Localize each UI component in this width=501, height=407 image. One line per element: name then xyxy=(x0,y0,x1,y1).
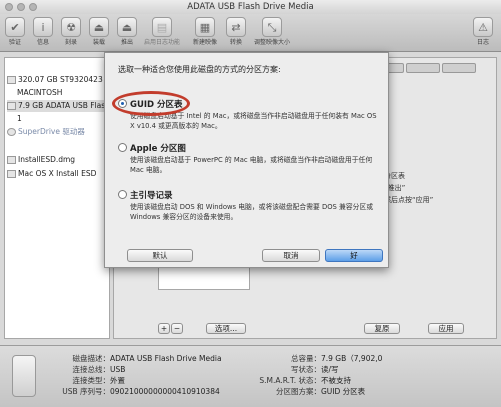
device-sidebar: 320.07 GB ST9320423 MACINTOSH 7.9 GB ADA… xyxy=(4,57,110,339)
toolbar-new-image-button[interactable]: ▦ 新建映像 xyxy=(188,17,222,46)
toolbar: ✔ 验证 i 信息 ☢ 刻录 ⏏ 装载 ⏏ 推出 ▤ 启用日志功能 ▦ 新建映像 ⇄ 转换 ⤡ 调… xyxy=(0,14,501,52)
ok-button[interactable]: 好 xyxy=(325,249,383,262)
partition-help-text: 分区表 “推出” 然后点按“应用” xyxy=(384,172,434,204)
hard-disk-icon xyxy=(7,76,16,84)
info-row-write-status: 写状态：读/写 xyxy=(291,365,339,374)
add-partition-button[interactable]: + xyxy=(158,323,170,334)
burn-icon: ☢ xyxy=(61,17,81,37)
sidebar-item-partition[interactable]: 1 xyxy=(17,113,109,125)
info-row-serial: USB 序列号：09021000000000410910384 xyxy=(62,387,220,396)
disk-image-icon xyxy=(7,156,16,164)
zoom-button[interactable] xyxy=(29,3,37,11)
disk-info-bar: 磁盘描述：ADATA USB Flash Drive Media 连接总线：US… xyxy=(0,345,501,407)
toolbar-log-button[interactable]: ⚠ 日志 xyxy=(470,17,496,46)
sidebar-item-internal-disk[interactable]: 320.07 GB ST9320423 xyxy=(7,74,109,86)
highlight-ellipse xyxy=(112,91,190,116)
info-row-bus: 连接总线：USB xyxy=(72,365,126,374)
convert-icon: ⇄ xyxy=(226,17,246,37)
toolbar-resize-image-button[interactable]: ⤡ 调整映像大小 xyxy=(250,17,294,46)
toolbar-convert-button[interactable]: ⇄ 转换 xyxy=(224,17,248,46)
toolbar-eject-button[interactable]: ⏏ 推出 xyxy=(115,17,139,46)
radio-mbr[interactable] xyxy=(118,190,127,199)
partition-scheme-dialog: 选取一种适合您使用此磁盘的方式的分区方案: GUID 分区表 使用磁盘启动基于 … xyxy=(104,52,389,268)
minimize-button[interactable] xyxy=(17,3,25,11)
default-button[interactable]: 默认 xyxy=(127,249,193,262)
usb-drive-icon xyxy=(12,355,36,397)
toolbar-burn-button[interactable]: ☢ 刻录 xyxy=(59,17,83,46)
log-icon: ⚠ xyxy=(473,17,493,37)
info-row-description: 磁盘描述：ADATA USB Flash Drive Media xyxy=(72,354,222,363)
resize-image-icon: ⤡ xyxy=(262,17,282,37)
journal-icon: ▤ xyxy=(152,17,172,37)
options-button[interactable]: 选项... xyxy=(206,323,246,334)
new-image-icon: ▦ xyxy=(195,17,215,37)
radio-apple[interactable] xyxy=(118,143,127,152)
sidebar-item-macintosh[interactable]: MACINTOSH xyxy=(17,87,109,99)
window-titlebar: ADATA USB Flash Drive Media xyxy=(0,0,501,14)
sidebar-item-usb-drive[interactable]: 7.9 GB ADATA USB Flash xyxy=(7,100,109,112)
info-row-connection: 连接类型：外置 xyxy=(72,376,126,385)
info-row-smart: S.M.A.R.T. 状态：不被支持 xyxy=(259,376,351,385)
info-icon: i xyxy=(33,17,53,37)
sidebar-item-superdrive[interactable]: SuperDrive 驱动器 xyxy=(7,126,109,138)
volume-icon xyxy=(7,170,16,178)
toolbar-journal-button[interactable]: ▤ 启用日志功能 xyxy=(140,17,184,46)
info-row-scheme: 分区图方案：GUID 分区表 xyxy=(276,387,366,396)
cancel-button[interactable]: 取消 xyxy=(262,249,320,262)
toolbar-info-button[interactable]: i 信息 xyxy=(31,17,55,46)
optical-drive-icon xyxy=(7,128,16,136)
dialog-prompt: 选取一种适合您使用此磁盘的方式的分区方案: xyxy=(118,65,281,74)
usb-drive-icon xyxy=(7,102,16,110)
window-controls xyxy=(5,3,37,11)
toolbar-verify-button[interactable]: ✔ 验证 xyxy=(3,17,27,46)
close-button[interactable] xyxy=(5,3,13,11)
tab-raid[interactable] xyxy=(442,63,476,73)
info-row-capacity: 总容量：7.9 GB（7,902,0 xyxy=(291,354,383,363)
eject-icon: ⏏ xyxy=(117,17,137,37)
verify-icon: ✔ xyxy=(5,17,25,37)
sidebar-item-dmg[interactable]: InstallESD.dmg xyxy=(7,154,109,166)
apply-button[interactable]: 应用 xyxy=(428,323,464,334)
window-title: ADATA USB Flash Drive Media xyxy=(187,2,314,12)
toolbar-mount-button[interactable]: ⏏ 装载 xyxy=(87,17,111,46)
revert-button[interactable]: 复原 xyxy=(364,323,400,334)
sidebar-item-install-esd[interactable]: Mac OS X Install ESD xyxy=(7,168,109,180)
mount-icon: ⏏ xyxy=(89,17,109,37)
remove-partition-button[interactable]: − xyxy=(171,323,183,334)
tab-partition[interactable] xyxy=(406,63,440,73)
